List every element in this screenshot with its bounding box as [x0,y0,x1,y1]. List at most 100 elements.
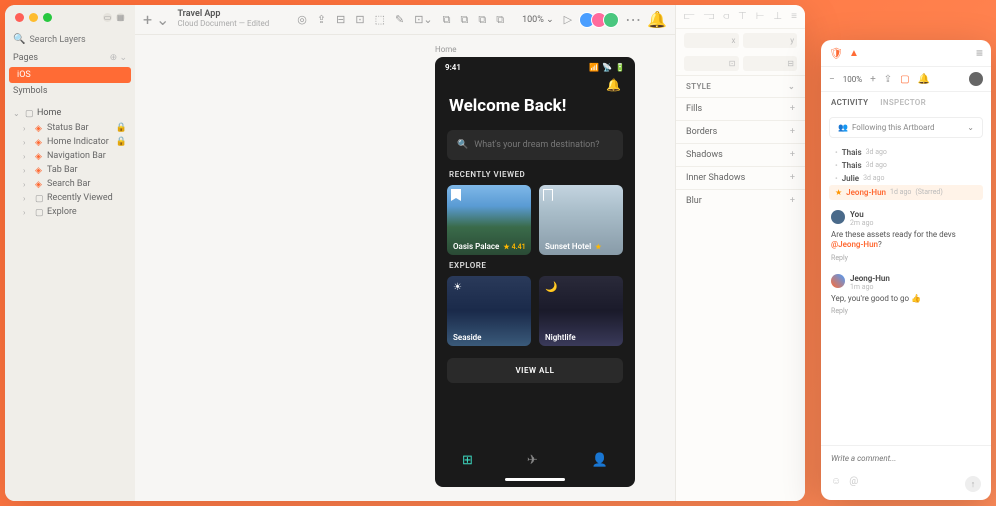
pages-actions[interactable]: ⊕ ⌄ [110,53,127,63]
share-icon[interactable]: ⇪ [884,74,892,85]
reply-button[interactable]: Reply [831,307,981,315]
layer-search[interactable]: 🔍 [5,30,135,49]
card-seaside[interactable]: ☀ Seaside [447,276,531,346]
add-blur[interactable]: + [790,196,795,206]
mention[interactable]: @Jeong-Hun [831,240,878,249]
add-border[interactable]: + [790,127,795,137]
tool-1[interactable]: ◎ [297,13,307,26]
tool-5[interactable]: ⬚ [375,13,385,26]
align-bottom[interactable]: ⊥ [773,11,782,22]
bookmark-icon[interactable] [543,189,553,201]
layer-search-bar[interactable]: ›◈Search Bar [5,177,135,191]
send-button[interactable]: ↑ [965,476,981,492]
tab-flights[interactable]: ✈ [527,453,538,468]
destination-search[interactable]: 🔍 What's your dream destination? [447,130,623,160]
more-icon[interactable]: ⋯ [625,10,641,29]
card-sunset-hotel[interactable]: Sunset Hotel ★ [539,185,623,255]
minimize-window[interactable] [29,13,38,22]
distribute[interactable]: ≡ [791,11,797,22]
reply-button[interactable]: Reply [831,254,981,262]
tool-10[interactable]: ⧉ [478,13,486,27]
canvas[interactable]: Home 9:41 📶 📡 🔋 🔔 Welcome Back! 🔍 What's… [135,35,675,501]
collab-zoom[interactable]: 100% [843,75,862,84]
layer-home-indicator[interactable]: ›◈Home Indicator🔒 [5,135,135,149]
minus-icon[interactable]: − [829,74,835,85]
align-right[interactable]: ⫏ [723,11,729,22]
bookmark-icon[interactable] [451,189,461,201]
chevron-down-icon[interactable]: ⌄ [788,82,795,91]
avatar-3[interactable] [603,12,619,28]
add-fill[interactable]: + [790,104,795,114]
blur-section[interactable]: Blur+ [676,189,805,212]
align-top[interactable]: ⊤ [738,11,747,22]
align-middle[interactable]: ⊢ [756,11,765,22]
shadows-section[interactable]: Shadows+ [676,143,805,166]
maximize-window[interactable] [43,13,52,22]
tool-4[interactable]: ⊡ [355,13,364,26]
layer-recently-viewed[interactable]: ›▢Recently Viewed [5,191,135,205]
tab-profile[interactable]: 👤 [592,453,608,468]
add-inner-shadow[interactable]: + [790,173,795,183]
view-toggle-2[interactable]: ▦ [116,13,125,22]
follow-artboard[interactable]: 👥 Following this Artboard ⌄ [829,117,983,138]
close-window[interactable] [15,13,24,22]
tab-bar: ⊞ ✈ 👤 [435,443,635,474]
notification-bell[interactable]: 🔔 [435,78,635,92]
layer-root-home[interactable]: ⌄ ▢ Home [5,105,135,121]
layer-tab-bar[interactable]: ›◈Tab Bar [5,163,135,177]
layer-status-bar[interactable]: ›◈Status Bar🔒 [5,121,135,135]
style-header[interactable]: STYLE⌄ [676,75,805,97]
tool-9[interactable]: ⧉ [460,13,468,27]
artboard-label[interactable]: Home [435,45,457,54]
battery-icon: 🔋 [615,63,625,72]
tab-inspector[interactable]: INSPECTOR [880,98,926,107]
align-left[interactable]: ⫍ [684,11,695,22]
play-icon[interactable]: ▷ [564,13,572,26]
pages-header[interactable]: Pages ⊕ ⌄ [5,49,135,67]
fills-section[interactable]: Fills+ [676,97,805,120]
zoom-level[interactable]: 100% ⌄ [522,15,554,25]
layer-navigation-bar[interactable]: ›◈Navigation Bar [5,149,135,163]
tab-activity[interactable]: ACTIVITY [831,98,868,107]
tab-home[interactable]: ⊞ [462,453,473,468]
view-toggle-1[interactable]: ▭ [103,13,112,22]
page-symbols[interactable]: Symbols [5,83,135,99]
add-shadow[interactable]: + [790,150,795,160]
borders-section[interactable]: Borders+ [676,120,805,143]
activity-item[interactable]: •Thais3d ago [829,146,983,159]
activity-starred[interactable]: ★Jeong-Hun1d ago(Starred) [829,185,983,200]
tool-8[interactable]: ⧉ [443,13,451,27]
tool-11[interactable]: ⧉ [496,13,504,27]
user-avatar[interactable] [969,72,983,86]
dim-x[interactable]: x [684,33,739,48]
activity-item[interactable]: •Thais3d ago [829,159,983,172]
artboard-icon[interactable]: ▢ [900,74,909,85]
emoji-icon[interactable]: ☺ [831,476,841,492]
document-title[interactable]: Travel App Cloud Document — Edited [177,10,269,29]
dim-y[interactable]: y [743,33,798,48]
card-nightlife[interactable]: 🌙 Nightlife [539,276,623,346]
dim-w[interactable]: ⊡ [684,56,739,71]
search-input[interactable] [29,35,143,45]
layer-explore[interactable]: ›▢Explore [5,205,135,219]
collaborator-avatars[interactable] [583,12,619,28]
activity-item[interactable]: •Julie3d ago [829,172,983,185]
card-oasis-palace[interactable]: Oasis Palace ★4.41 [447,185,531,255]
view-all-button[interactable]: VIEW ALL [447,358,623,383]
tool-7[interactable]: ⊡⌄ [414,13,432,26]
comment-input[interactable] [831,454,981,463]
dim-h[interactable]: ⊟ [743,56,798,71]
mention-icon[interactable]: @ [849,476,858,492]
tool-3[interactable]: ⊟ [336,13,345,26]
align-center-h[interactable]: ⫎ [704,11,715,22]
tool-6[interactable]: ✎ [395,13,404,26]
tool-2[interactable]: ⇪ [317,13,326,26]
bell-icon[interactable]: 🔔 [918,74,930,85]
page-ios[interactable]: iOS [9,67,131,83]
artboard-home[interactable]: 9:41 📶 📡 🔋 🔔 Welcome Back! 🔍 What's your… [435,57,635,487]
menu-icon[interactable]: ≡ [976,46,983,60]
bell-icon[interactable]: 🔔 [647,10,667,29]
inner-shadows-section[interactable]: Inner Shadows+ [676,166,805,189]
plus-icon[interactable]: + [870,74,876,85]
add-button[interactable]: + ⌄ [143,10,169,29]
